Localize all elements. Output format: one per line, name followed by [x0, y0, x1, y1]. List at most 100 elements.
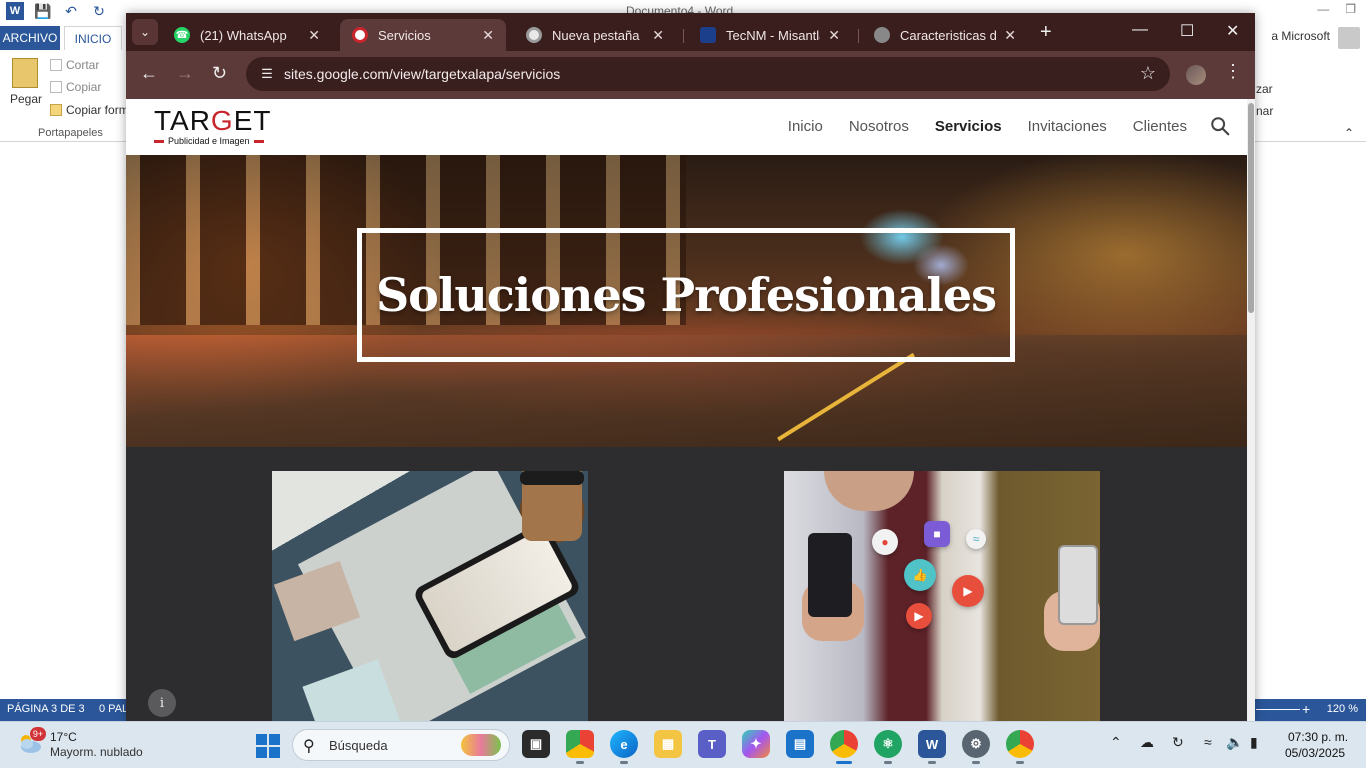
nav-item-clientes[interactable]: Clientes	[1133, 118, 1187, 135]
format-painter-button[interactable]: Copiar form	[50, 103, 129, 117]
collapse-ribbon-icon[interactable]: ⌃	[1344, 126, 1354, 140]
ribbon-right-label-a[interactable]: zar	[1256, 82, 1273, 96]
phone-light	[1058, 545, 1098, 625]
tab-tecnm[interactable]: TecNM - Misantla ✕	[688, 19, 852, 51]
address-bar[interactable]: ☰ sites.google.com/view/targetxalapa/ser…	[246, 57, 1170, 91]
save-icon[interactable]: 💾	[34, 2, 52, 20]
weather-description[interactable]: Mayorm. nublado	[50, 745, 143, 759]
copilot-icon[interactable]: ✦	[742, 730, 770, 758]
status-page-count[interactable]: PÁGINA 3 DE 3	[7, 703, 85, 715]
word-logo-icon: W	[6, 2, 24, 20]
file-explorer-icon[interactable]: ▦	[654, 730, 682, 758]
service-image-social-media[interactable]: ● ■ 👍 ▶ ▶ ≈	[784, 471, 1100, 721]
start-button[interactable]	[256, 734, 280, 758]
atom-app-icon[interactable]: ⚛	[874, 730, 902, 764]
teams-icon[interactable]: T	[698, 730, 726, 758]
brush-icon	[50, 104, 62, 116]
cut-button[interactable]: Cortar	[50, 58, 99, 72]
undo-icon[interactable]: ↶	[62, 2, 80, 20]
logo-bar	[154, 139, 164, 143]
tab-search-button[interactable]: ⌄	[132, 19, 158, 45]
close-window-icon[interactable]: ✕	[1226, 21, 1239, 41]
logo-tagline: Publicidad e Imagen	[154, 136, 274, 146]
volume-icon[interactable]: 🔈	[1226, 734, 1243, 751]
edge-icon[interactable]: e	[610, 730, 638, 764]
tab-inicio[interactable]: INICIO	[64, 26, 122, 50]
clock-date[interactable]: 05/03/2025	[1285, 746, 1345, 760]
word-icon[interactable]: W	[918, 730, 946, 764]
menu-kebab-icon[interactable]: ⋮	[1224, 61, 1242, 82]
coffee-cup	[520, 471, 584, 541]
tecnm-icon	[700, 27, 716, 43]
battery-icon[interactable]: ▮	[1250, 734, 1258, 751]
nav-item-inicio[interactable]: Inicio	[788, 118, 823, 135]
chevron-up-icon[interactable]: ⌃	[1110, 734, 1122, 751]
close-icon[interactable]: ✕	[1004, 27, 1016, 44]
tab-caracteristicas[interactable]: Caracteristicas de p ✕	[862, 19, 1028, 51]
nav-item-servicios[interactable]: Servicios	[935, 118, 1002, 135]
close-icon[interactable]: ✕	[482, 27, 494, 44]
clock-time[interactable]: 07:30 p. m.	[1288, 730, 1348, 744]
bookmark-star-icon[interactable]: ☆	[1140, 63, 1156, 84]
avatar[interactable]	[1338, 27, 1360, 49]
search-icon[interactable]	[1209, 115, 1231, 137]
paste-icon[interactable]	[12, 58, 38, 88]
forward-icon[interactable]: →	[176, 63, 194, 84]
status-word-count[interactable]: 0 PAL	[99, 703, 128, 715]
person-face	[824, 471, 914, 511]
settings-gear-icon[interactable]: ⚙	[962, 730, 990, 764]
chrome-icon	[526, 27, 542, 43]
nav-item-invitaciones[interactable]: Invitaciones	[1028, 118, 1107, 135]
taskbar-search-placeholder: Búsqueda	[329, 738, 388, 753]
minimize-icon[interactable]: —	[1132, 21, 1148, 39]
scrollbar-thumb[interactable]	[1248, 103, 1254, 313]
windows-logo-pane	[269, 734, 280, 745]
maximize-icon[interactable]: ☐	[1180, 21, 1194, 41]
status-zoom-level[interactable]: 120 %	[1327, 703, 1358, 715]
profile-avatar[interactable]	[1186, 65, 1206, 85]
windows-logo-pane	[256, 747, 267, 758]
sync-icon[interactable]: ↻	[1172, 734, 1184, 751]
word-window-controls[interactable]: — ❐	[1317, 2, 1356, 16]
tab-archivo[interactable]: ARCHIVO	[0, 26, 60, 50]
word-quick-access-toolbar: W 💾 ↶ ↻	[6, 2, 108, 20]
ribbon-right-label-b[interactable]: nar	[1256, 104, 1273, 118]
copy-button[interactable]: Copiar	[50, 80, 101, 94]
chrome-profile-icon[interactable]	[566, 730, 594, 764]
close-icon[interactable]: ✕	[652, 27, 664, 44]
site-settings-icon[interactable]: ☰	[258, 65, 276, 83]
chrome-icon[interactable]	[830, 730, 858, 764]
onedrive-cloud-icon[interactable]: ☁	[1140, 734, 1154, 751]
zoom-in-icon[interactable]: +	[1302, 701, 1310, 717]
back-icon[interactable]: ←	[140, 63, 158, 84]
close-icon[interactable]: ✕	[828, 27, 840, 44]
nav-item-nosotros[interactable]: Nosotros	[849, 118, 909, 135]
reload-icon[interactable]: ↻	[212, 63, 227, 84]
page-scrollbar[interactable]	[1247, 99, 1255, 721]
tab-nueva-pestana[interactable]: Nueva pestaña ✕	[514, 19, 676, 51]
minimize-icon[interactable]: —	[1317, 2, 1329, 16]
service-image-design[interactable]	[272, 471, 588, 721]
chrome-profile-2-icon[interactable]	[1006, 730, 1034, 764]
url-text[interactable]: sites.google.com/view/targetxalapa/servi…	[284, 66, 560, 82]
paste-button[interactable]: Pegar	[10, 92, 42, 106]
weather-temperature[interactable]: 17°C	[50, 730, 77, 744]
zoom-slider[interactable]	[1256, 709, 1300, 710]
tab-servicios[interactable]: Servicios ✕	[340, 19, 506, 51]
scissors-icon	[50, 59, 62, 71]
restore-icon[interactable]: ❐	[1345, 2, 1356, 16]
word-user-name[interactable]: a Microsoft	[1271, 29, 1330, 43]
windows-logo-pane	[269, 747, 280, 758]
new-tab-button[interactable]: +	[1040, 21, 1052, 44]
task-view-icon[interactable]: ▣	[522, 730, 550, 758]
taskbar-search[interactable]: ⚲ Búsqueda	[292, 729, 510, 761]
target-logo[interactable]: TARGET Publicidad e Imagen	[154, 107, 274, 147]
play-icon: ▶	[952, 575, 984, 607]
store-icon[interactable]: ▤	[786, 730, 814, 758]
close-icon[interactable]: ✕	[308, 27, 320, 44]
redo-icon[interactable]: ↻	[90, 2, 108, 20]
location-pin-icon: ●	[872, 529, 898, 555]
tab-whatsapp[interactable]: ☎ (21) WhatsApp ✕	[162, 19, 332, 51]
wifi-icon[interactable]: ≈	[1204, 734, 1212, 750]
site-info-icon[interactable]: i	[148, 689, 176, 717]
